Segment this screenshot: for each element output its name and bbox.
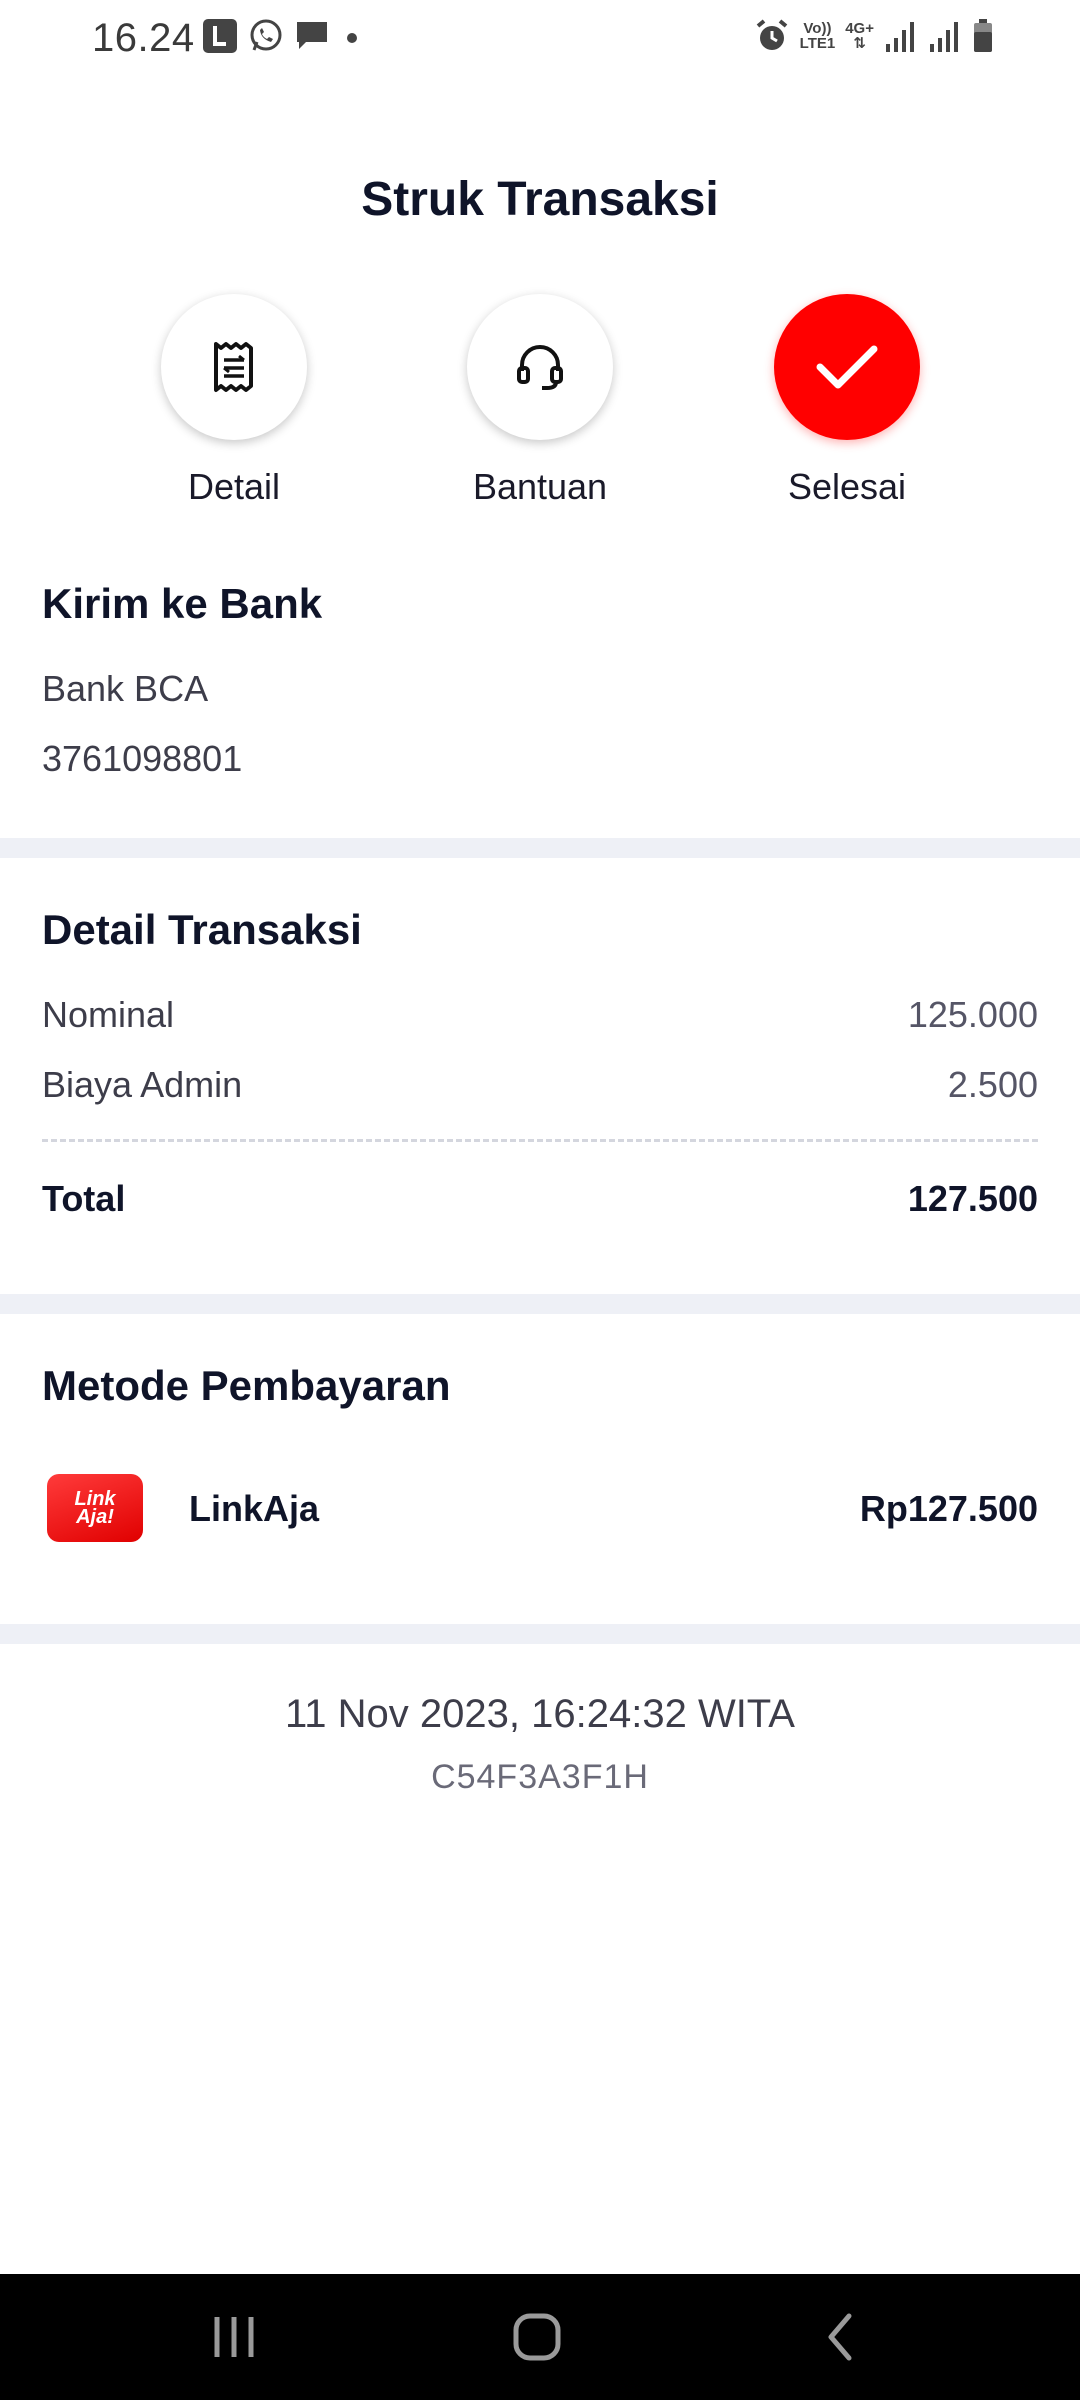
- payment-method-name: LinkAja: [189, 1488, 320, 1529]
- message-icon: [297, 22, 327, 49]
- transaction-datetime: 11 Nov 2023, 16:24:32 WITA: [285, 1692, 795, 1736]
- status-time: 16.24: [92, 16, 195, 60]
- alarm-icon: [756, 19, 787, 50]
- detail-label: Detail: [187, 466, 281, 507]
- done-button-circle[interactable]: [774, 294, 920, 440]
- dashed-divider: [42, 1139, 1038, 1142]
- payment-title: Metode Pembayaran: [42, 1362, 451, 1409]
- system-icons: Vo)) LTE1 4G+ ⇅: [754, 18, 994, 54]
- total-value: 127.500: [907, 1178, 1038, 1219]
- help-button[interactable]: Bantuan: [465, 294, 615, 508]
- recent-apps-icon: [214, 2317, 254, 2357]
- nominal-label: Nominal: [42, 994, 175, 1035]
- battery-icon: [974, 19, 992, 52]
- transaction-code: C54F3A3F1H: [431, 1758, 649, 1796]
- signal-icon-2: [930, 22, 958, 52]
- home-icon: [513, 2313, 561, 2361]
- network-type: 4G+ ⇅: [845, 21, 874, 51]
- bank-name: Bank BCA: [42, 668, 209, 709]
- recent-apps-button[interactable]: [194, 2302, 274, 2372]
- back-icon: [828, 2313, 852, 2361]
- nominal-value: 125.000: [907, 994, 1038, 1035]
- linkaja-logo: Link Aja!: [47, 1474, 143, 1542]
- lte-label: LTE1: [799, 35, 836, 52]
- system-nav-bar: [0, 2274, 1080, 2400]
- detail-button[interactable]: Detail: [159, 294, 309, 508]
- admin-fee-label: Biaya Admin: [42, 1064, 243, 1105]
- data-arrows-icon: ⇅: [853, 35, 866, 52]
- detail-button-circle[interactable]: [161, 294, 307, 440]
- transaction-title: Detail Transaksi: [42, 906, 362, 953]
- network-label: 4G+: [845, 20, 874, 37]
- status-bar: 16.24 Vo)) LTE1 4G+ ⇅: [0, 0, 1080, 80]
- volte-indicator: Vo)) LTE1: [800, 21, 836, 51]
- recipient-title: Kirim ke Bank: [42, 580, 323, 627]
- done-label: Selesai: [787, 466, 907, 507]
- home-button[interactable]: [497, 2302, 577, 2372]
- whatsapp-icon: [250, 19, 282, 51]
- action-row: Detail Bantuan Selesai: [0, 294, 1080, 514]
- done-button[interactable]: Selesai: [772, 294, 922, 508]
- payment-amount: Rp127.500: [859, 1488, 1038, 1529]
- admin-fee-value: 2.500: [947, 1064, 1038, 1105]
- headset-icon: [517, 345, 563, 390]
- account-number: 3761098801: [42, 738, 243, 779]
- notification-icons: [202, 18, 364, 54]
- total-label: Total: [42, 1178, 126, 1219]
- help-label: Bantuan: [472, 466, 608, 507]
- help-button-circle[interactable]: [467, 294, 613, 440]
- dot-icon: [347, 33, 357, 43]
- section-divider: [0, 1624, 1080, 1644]
- volte-label: Vo)): [803, 20, 832, 37]
- back-button[interactable]: [800, 2302, 880, 2372]
- page-title: Struk Transaksi: [361, 173, 719, 226]
- logo-line-2: Aja!: [76, 1506, 114, 1528]
- section-divider: [0, 838, 1080, 858]
- receipt-icon: [214, 342, 253, 392]
- signal-icon: [886, 22, 914, 52]
- check-icon: [816, 345, 878, 389]
- section-divider: [0, 1294, 1080, 1314]
- l-app-icon: [203, 19, 237, 53]
